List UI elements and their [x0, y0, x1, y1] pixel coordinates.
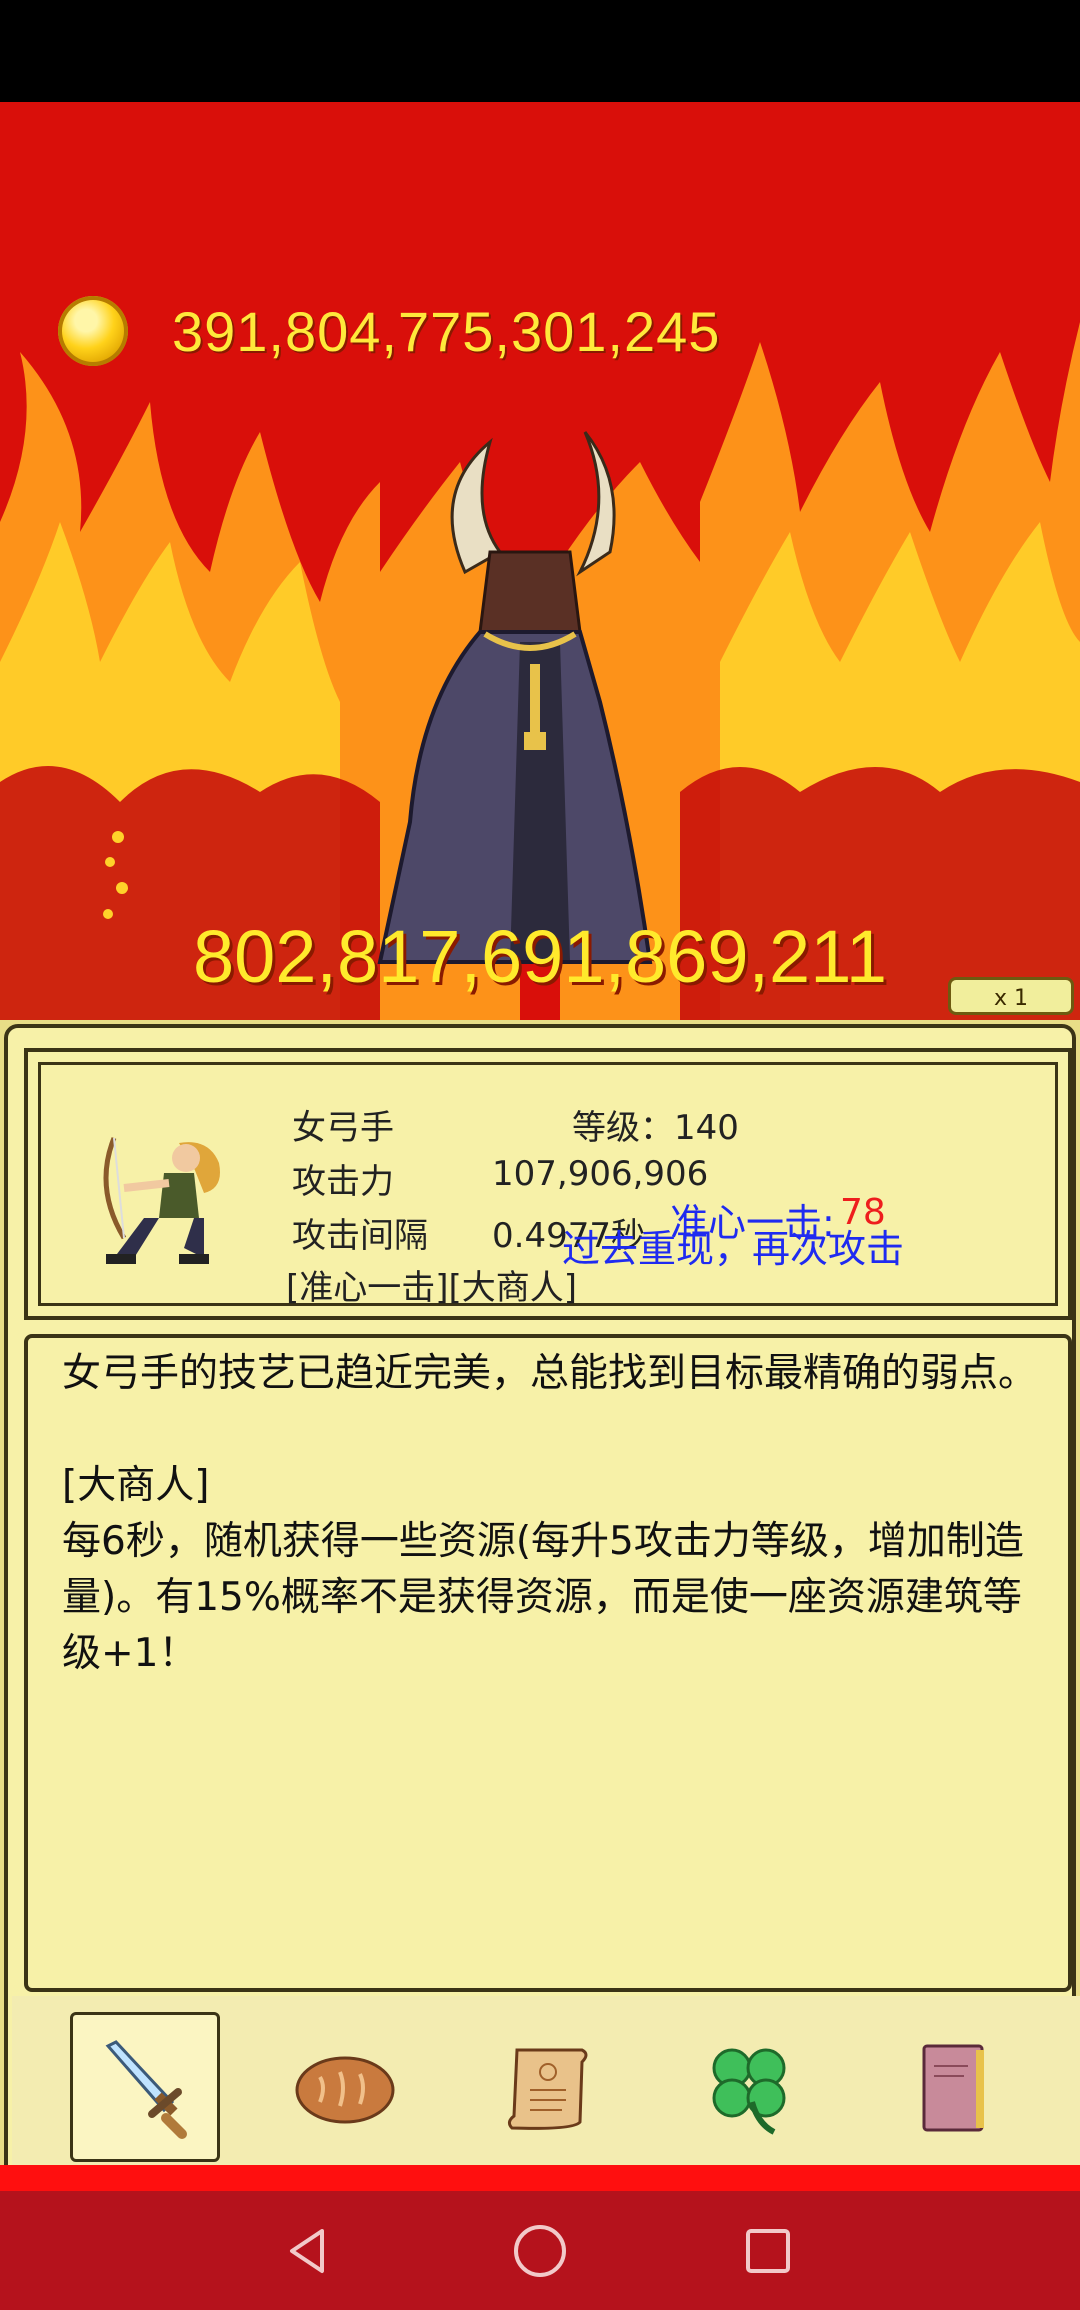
tab-food[interactable]	[270, 2012, 420, 2162]
gold-amount: 391,804,775,301,245	[172, 299, 721, 363]
boss-hp-value: 802,817,691,869,211	[192, 915, 888, 998]
tab-scrolls[interactable]	[472, 2012, 622, 2162]
panel-frame: 女弓手 等级：140 攻击力 107,906,906 攻击间隔 0.4977秒 …	[4, 1024, 1080, 2192]
battle-scene[interactable]: 391,804,775,301,245 802,817,691,869,211	[0, 102, 1080, 1020]
sword-icon	[105, 2040, 187, 2139]
hero-level: 等级：140	[572, 1108, 739, 1148]
tab-luck[interactable]	[674, 2012, 824, 2162]
gold-counter: 391,804,775,301,245	[58, 294, 720, 368]
system-nav-bar	[0, 2191, 1080, 2310]
archer-portrait[interactable]	[84, 1108, 254, 1278]
attack-label: 攻击力	[292, 1162, 394, 1202]
book-icon	[922, 2044, 984, 2132]
hero-card: 女弓手 等级：140 攻击力 107,906,906 攻击间隔 0.4977秒 …	[24, 1048, 1072, 1320]
nav-home-button[interactable]	[500, 2211, 580, 2291]
home-icon	[514, 2225, 566, 2277]
back-icon	[290, 2229, 324, 2273]
recents-icon	[746, 2229, 790, 2273]
hero-panel: 女弓手 等级：140 攻击力 107,906,906 攻击间隔 0.4977秒 …	[0, 1020, 1080, 2192]
skill-popup-effect: 过去重现，再次攻击	[562, 1227, 905, 1271]
nav-recents-button[interactable]	[728, 2211, 808, 2291]
tab-codex[interactable]	[876, 2012, 1026, 2162]
gold-coin-icon	[58, 296, 128, 366]
status-bar	[0, 0, 1080, 102]
hero-description: 女弓手的技艺已趋近完美，总能找到目标最精确的弱点。 [大商人] 每6秒，随机获得…	[62, 1351, 1038, 1676]
interval-label: 攻击间隔	[292, 1216, 428, 1256]
minotaur-boss[interactable]	[360, 402, 700, 1002]
bottom-red-strip	[0, 2165, 1080, 2191]
hero-description-box: 女弓手的技艺已趋近完美，总能找到目标最精确的弱点。 [大商人] 每6秒，随机获得…	[24, 1334, 1072, 1992]
hero-traits: [准心一击][大商人]	[286, 1268, 578, 1308]
bread-icon	[295, 2056, 395, 2124]
bottom-tab-bar	[12, 1996, 1080, 2192]
clover-icon	[712, 2048, 786, 2135]
tab-weapons[interactable]	[70, 2012, 220, 2162]
hero-name: 女弓手	[292, 1108, 394, 1148]
nav-back-button[interactable]	[268, 2211, 348, 2291]
attack-value: 107,906,906	[492, 1154, 709, 1194]
speed-multiplier-button[interactable]: x 1	[948, 977, 1074, 1015]
scroll-icon	[507, 2048, 588, 2130]
